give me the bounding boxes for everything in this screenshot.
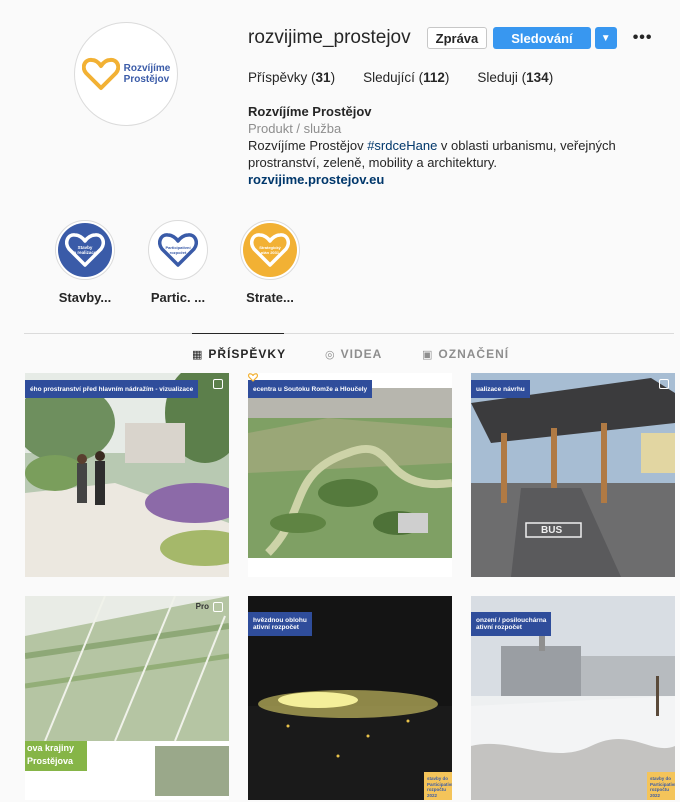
highlight-label: Stavby... bbox=[58, 290, 112, 305]
heart-icon: Stavby a realizace bbox=[65, 233, 105, 267]
bio: Rozvíjíme Prostějov Produkt / služba Roz… bbox=[248, 103, 668, 188]
tag-icon: ▣ bbox=[422, 348, 434, 361]
stat-followers[interactable]: Sledující (112) bbox=[363, 70, 449, 85]
post-tile[interactable]: ého prostranství před hlavním nádražím -… bbox=[25, 373, 229, 577]
post-image bbox=[25, 596, 229, 800]
tab-posts[interactable]: ▦ PŘÍSPĚVKY bbox=[192, 347, 286, 361]
logo-text: Rozvíjíme Prostějov bbox=[123, 63, 171, 85]
heart-icon: Strategický plán 2031 bbox=[250, 233, 290, 267]
post-tile[interactable]: ecentra u Soutoku Romže a Hloučely bbox=[248, 373, 452, 577]
post-tile[interactable]: BUS ualizace návrhu bbox=[471, 373, 675, 577]
svg-text:plán 2031: plán 2031 bbox=[261, 250, 280, 255]
post-tile[interactable]: onzení / posilouchárna ativní rozpočet st… bbox=[471, 596, 675, 800]
highlight-participativni[interactable]: Participativní rozpočet Partic. ... bbox=[138, 220, 218, 305]
highlight-cover: Participativní rozpočet bbox=[151, 223, 205, 277]
svg-text:rozpočet: rozpočet bbox=[170, 250, 187, 255]
display-name: Rozvíjíme Prostějov bbox=[248, 104, 372, 119]
highlight-label: Partic. ... bbox=[150, 290, 206, 305]
carousel-icon bbox=[659, 379, 669, 389]
heart-logo-icon bbox=[81, 57, 120, 90]
post-tile[interactable]: Pro ova krajiny Prostějova bbox=[25, 596, 229, 800]
highlight-strategie[interactable]: Strategický plán 2031 Strate... bbox=[230, 220, 310, 305]
category: Produkt / služba bbox=[248, 121, 342, 136]
profile-stats: Příspěvky (31) Sledující (112) Sleduji (… bbox=[248, 70, 668, 85]
highlight-stavby[interactable]: Stavby a realizace Stavby... bbox=[45, 220, 125, 305]
active-tab-indicator bbox=[192, 333, 284, 334]
highlight-cover: Stavby a realizace bbox=[58, 223, 112, 277]
carousel-icon bbox=[213, 379, 223, 389]
post-title: ova krajiny bbox=[27, 743, 75, 753]
post-caption: ého prostranství před hlavním nádražím -… bbox=[25, 380, 199, 398]
post-tile[interactable]: hvězdnou oblohu ativní rozpočet stavby do… bbox=[248, 596, 452, 800]
participation-badge: stavby do Participativní rozpočtu 2022 bbox=[424, 772, 452, 800]
post-subtitle: Prostějova bbox=[27, 756, 74, 766]
message-button[interactable]: Zpráva bbox=[426, 27, 488, 49]
svg-text:BUS: BUS bbox=[541, 525, 562, 536]
post-caption: hvězdnou oblohu ativní rozpočet bbox=[248, 612, 312, 636]
tab-tagged[interactable]: ▣ OZNAČENÍ bbox=[422, 347, 509, 361]
profile-avatar[interactable]: Rozvíjíme Prostějov bbox=[74, 22, 178, 126]
post-caption: onzení / posilouchárna ativní rozpočet bbox=[471, 612, 552, 636]
stat-following[interactable]: Sleduji (134) bbox=[477, 70, 553, 85]
username: rozvijime_prostejov bbox=[248, 27, 411, 48]
participation-badge: stavby do Participativní rozpočtu 2022 bbox=[647, 772, 675, 800]
suggestions-dropdown-button[interactable]: ▼ bbox=[594, 27, 617, 49]
post-caption: ualizace návrhu bbox=[471, 380, 530, 398]
post-caption: ecentra u Soutoku Romže a Hloučely bbox=[248, 380, 373, 398]
hashtag-link[interactable]: #srdceHane bbox=[367, 138, 437, 153]
grid-icon: ▦ bbox=[192, 348, 204, 361]
heart-icon bbox=[248, 373, 258, 382]
svg-text:a realizace: a realizace bbox=[74, 250, 97, 255]
post-image bbox=[25, 373, 229, 577]
website-link[interactable]: rozvijime.prostejov.eu bbox=[248, 171, 668, 188]
chevron-down-icon: ▼ bbox=[600, 32, 611, 44]
heart-icon: Participativní rozpočet bbox=[158, 233, 198, 267]
stat-posts[interactable]: Příspěvky (31) bbox=[248, 70, 335, 85]
highlight-label: Strate... bbox=[246, 290, 294, 305]
bio-text: Rozvíjíme Prostějov #srdceHane v oblasti… bbox=[248, 138, 616, 170]
post-caption: Pro bbox=[195, 602, 209, 611]
carousel-icon bbox=[213, 602, 223, 612]
profile-info: rozvijime_prostejov Zpráva Sledování ▼ •… bbox=[248, 26, 668, 188]
highlight-cover: Strategický plán 2031 bbox=[243, 223, 297, 277]
video-icon: ◎ bbox=[325, 348, 336, 361]
more-options-icon[interactable]: ••• bbox=[633, 29, 653, 47]
post-image: BUS bbox=[471, 373, 675, 577]
tab-videos[interactable]: ◎ VIDEA bbox=[325, 347, 382, 361]
following-button[interactable]: Sledování bbox=[493, 27, 591, 49]
post-image bbox=[248, 373, 452, 577]
tabs-divider bbox=[24, 333, 674, 334]
